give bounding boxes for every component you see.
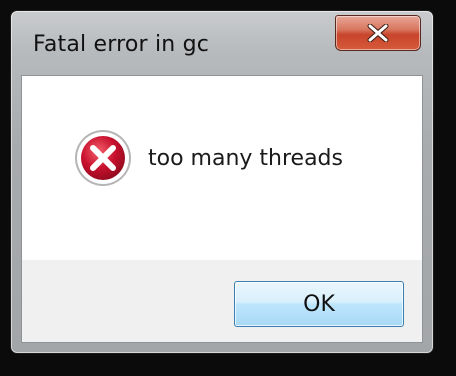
dialog-body: too many threads OK xyxy=(21,75,423,343)
close-button[interactable] xyxy=(335,15,421,51)
error-dialog: Fatal error in gc too many threads OK xyxy=(10,10,434,354)
dialog-title: Fatal error in gc xyxy=(33,32,210,57)
error-message: too many threads xyxy=(148,146,343,171)
title-bar[interactable]: Fatal error in gc xyxy=(11,11,433,73)
ok-button[interactable]: OK xyxy=(234,281,404,327)
close-icon xyxy=(367,24,389,42)
message-area: too many threads xyxy=(22,76,422,260)
error-icon xyxy=(73,128,133,188)
